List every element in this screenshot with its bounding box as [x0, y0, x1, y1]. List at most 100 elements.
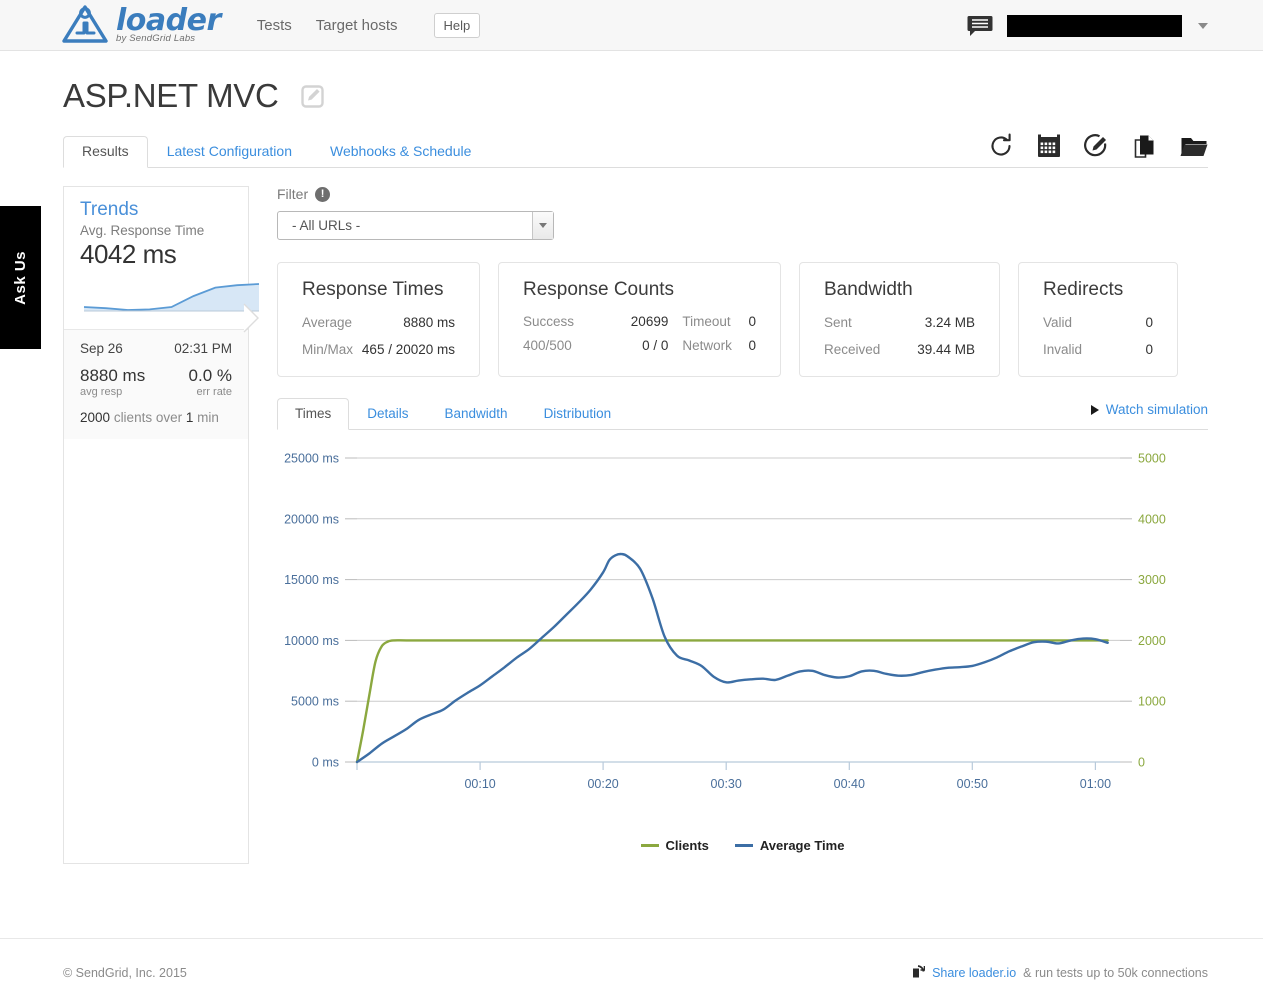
nav-link-tests[interactable]: Tests — [257, 17, 292, 34]
chart-tabs: Times Details Bandwidth Distribution Wat… — [277, 398, 1208, 431]
run-duration-unit: min — [197, 410, 219, 425]
filter-label: Filter — [277, 186, 309, 202]
row-value: 0 — [1145, 341, 1153, 357]
refresh-icon[interactable] — [988, 133, 1014, 159]
page-footer: © SendGrid, Inc. 2015 Share loader.io & … — [0, 938, 1263, 1006]
chart-canvas: 0 ms 5000 ms 10000 ms 15000 ms 20000 ms 25000… — [284, 452, 1166, 792]
row-value: 3.24 MB — [924, 315, 975, 330]
card-row: Sent 3.24 MB — [824, 314, 975, 332]
legend-label: Average Time — [759, 838, 845, 854]
footer-share: Share loader.io & run tests up to 50k co… — [911, 965, 1208, 980]
svg-text:0 ms: 0 ms — [312, 756, 339, 770]
card-row: Min/Max 465 / 20020 ms — [302, 341, 455, 359]
svg-text:00:10: 00:10 — [464, 777, 495, 791]
row-key-success: Success — [523, 314, 575, 329]
watch-simulation-label: Watch simulation — [1105, 402, 1208, 418]
trends-run-summary[interactable]: Sep 26 02:31 PM 8880 ms 0.0 % avg resp e… — [64, 329, 248, 439]
trends-value: 4042 ms — [80, 239, 177, 269]
row-value-400-500: 0 / 0 — [642, 338, 669, 353]
tab-latest-configuration[interactable]: Latest Configuration — [148, 136, 311, 168]
trends-panel: Trends Avg. Response Time 4042 ms Sep 26… — [63, 186, 260, 865]
run-clients-summary: 2000 clients over 1 min — [80, 410, 232, 425]
svg-text:00:40: 00:40 — [834, 777, 865, 791]
row-value-network: 0 — [748, 338, 756, 353]
card-response-counts: Response Counts Success 20699 Timeout 0 … — [498, 262, 781, 378]
row-key-400-500: 400/500 — [523, 338, 572, 353]
brand-logo[interactable]: loader by SendGrid Labs — [62, 5, 221, 45]
main-tabs: Results Latest Configuration Webhooks & … — [63, 133, 1208, 168]
tab-webhooks-schedule[interactable]: Webhooks & Schedule — [311, 136, 490, 168]
svg-text:3000: 3000 — [1138, 573, 1166, 587]
title-row: ASP.NET MVC — [63, 77, 1208, 115]
copyright-text: © SendGrid, Inc. 2015 — [63, 965, 187, 980]
run-err-rate-value: 0.0 % — [188, 366, 232, 385]
edit-pencil-icon[interactable] — [300, 84, 324, 108]
row-value: 465 / 20020 ms — [361, 341, 455, 357]
svg-text:2000: 2000 — [1138, 634, 1166, 648]
help-button[interactable]: Help — [433, 12, 481, 38]
svg-text:15000 ms: 15000 ms — [284, 573, 339, 587]
tab-results[interactable]: Results — [63, 135, 148, 168]
chart-tab-distribution[interactable]: Distribution — [526, 398, 630, 430]
row-key: Received — [824, 341, 881, 357]
row-value: 0 — [1145, 315, 1153, 330]
account-menu-redacted[interactable] — [1007, 14, 1182, 37]
row-value-timeout: 0 — [748, 314, 756, 329]
svg-text:00:30: 00:30 — [711, 777, 742, 791]
chart-tab-details[interactable]: Details — [349, 398, 426, 430]
run-date: Sep 26 — [80, 341, 123, 356]
card-response-times: Response Times Average 8880 ms Min/Max 4… — [277, 262, 480, 378]
run-err-rate-label: err rate — [196, 386, 232, 398]
trends-title[interactable]: Trends — [80, 199, 232, 221]
panel-chevron-right-icon — [243, 303, 259, 333]
chart-tab-bandwidth[interactable]: Bandwidth — [427, 398, 526, 430]
svg-text:25000 ms: 25000 ms — [284, 452, 339, 466]
legend-swatch — [734, 844, 753, 848]
card-row: Received 39.44 MB — [824, 341, 975, 359]
ask-us-label: Ask Us — [12, 250, 29, 305]
svg-text:1000: 1000 — [1138, 695, 1166, 709]
main-nav-links: Tests Target hosts Help — [257, 12, 481, 38]
row-key: Invalid — [1043, 341, 1083, 357]
row-key-network: Network — [682, 338, 732, 353]
card-row: 400/500 0 / 0 Network 0 — [523, 338, 756, 353]
row-key: Valid — [1043, 315, 1073, 330]
svg-text:01:00: 01:00 — [1080, 777, 1111, 791]
select-arrow-box — [532, 212, 553, 239]
ask-us-tab[interactable]: Ask Us — [0, 206, 41, 349]
filter-label-row: Filter ! — [277, 186, 1208, 202]
legend-item-average-time[interactable]: Average Time — [734, 838, 845, 854]
url-filter-select[interactable]: - All URLs - — [277, 211, 554, 240]
info-exclamation-icon[interactable]: ! — [315, 186, 331, 202]
svg-text:00:20: 00:20 — [587, 777, 618, 791]
card-title: Response Counts — [523, 279, 675, 300]
toolbar-icons — [988, 133, 1208, 159]
chevron-down-icon — [539, 223, 547, 228]
share-suffix-text: & run tests up to 50k connections — [1023, 965, 1208, 980]
chart-tab-times[interactable]: Times — [277, 398, 350, 431]
chat-bubble-icon[interactable] — [967, 15, 993, 37]
row-value-success: 20699 — [630, 314, 669, 329]
watch-simulation-link[interactable]: Watch simulation — [1090, 402, 1208, 418]
legend-item-clients[interactable]: Clients — [640, 838, 709, 853]
calendar-icon[interactable] — [1036, 133, 1062, 159]
chevron-down-icon[interactable] — [1198, 22, 1208, 29]
svg-text:10000 ms: 10000 ms — [284, 634, 339, 648]
loader-logo-icon — [62, 5, 108, 43]
document-icon[interactable] — [1132, 133, 1158, 159]
share-loader-link[interactable]: Share loader.io — [932, 966, 1016, 980]
folder-icon[interactable] — [1180, 133, 1208, 159]
card-row: Average 8880 ms — [302, 314, 455, 332]
run-avg-resp-value: 8880 ms — [80, 366, 146, 385]
run-clients-count: 2000 — [80, 410, 111, 425]
row-key: Sent — [824, 315, 852, 330]
row-value: 39.44 MB — [917, 341, 975, 357]
run-clients-text: clients over — [113, 410, 183, 425]
legend-swatch — [640, 844, 659, 848]
card-row: Success 20699 Timeout 0 — [523, 314, 756, 329]
card-redirects: Redirects Valid 0 Invalid 0 — [1018, 262, 1178, 378]
card-title: Redirects — [1043, 279, 1124, 300]
nav-link-target-hosts[interactable]: Target hosts — [316, 17, 398, 34]
edit-circle-icon[interactable] — [1084, 133, 1110, 159]
trends-subtitle: Avg. Response Time — [80, 223, 205, 238]
